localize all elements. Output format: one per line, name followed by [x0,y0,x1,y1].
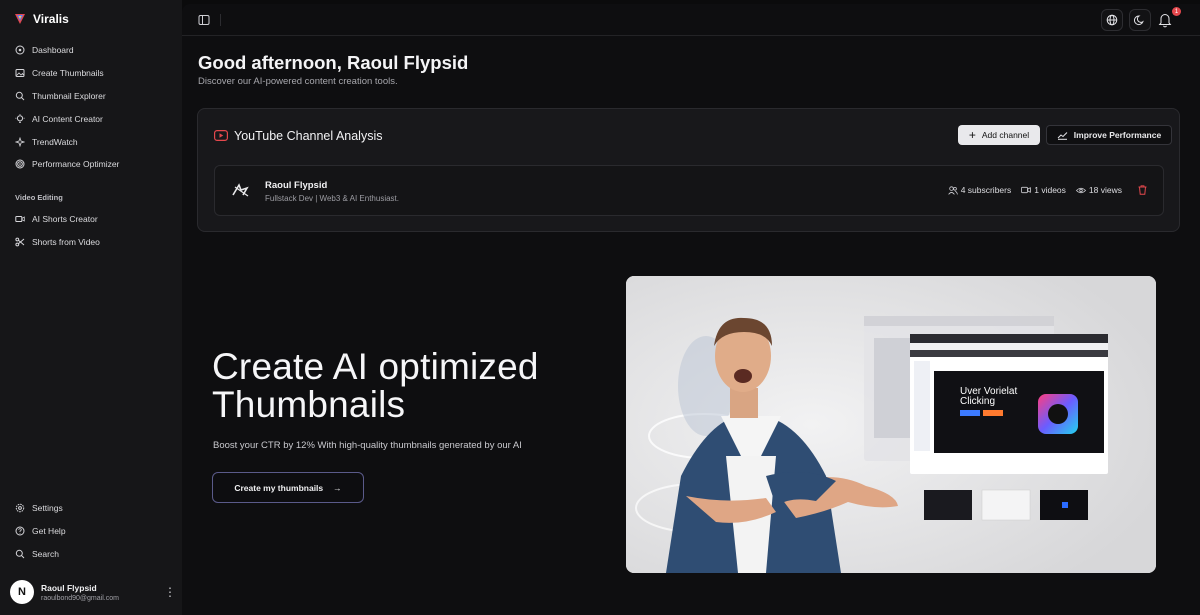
improve-performance-button[interactable]: Improve Performance [1046,125,1172,145]
topbar-divider [220,14,221,26]
sidebar-item-label: Dashboard [32,45,74,56]
lightbulb-icon [15,113,25,123]
page-subtitle: Discover our AI-powered content creation… [198,76,398,87]
sidebar-item-label: Create Thumbnails [32,68,104,79]
avatar: N [10,580,34,604]
sidebar-item-label: AI Shorts Creator [32,214,98,225]
user-name: Raoul Flypsid [41,582,97,593]
create-my-thumbnails-button[interactable]: Create my thumbnails → [212,472,364,503]
trash-icon[interactable] [1138,185,1147,195]
sidebar-item-dashboard[interactable]: Dashboard [0,39,182,62]
channel-stats: 4 subscribers 1 videos 18 views [947,185,1147,195]
sidebar-item-label: Thumbnail Explorer [32,90,106,101]
image-icon [15,69,25,78]
channel-name: Raoul Flypsid [265,180,328,191]
more-options-icon[interactable]: ⋮ [164,584,176,600]
eye-icon [1075,187,1086,193]
sidebar-item-label: TrendWatch [32,136,78,147]
theme-toggle-button[interactable] [1129,9,1151,31]
sidebar-item-get-help[interactable]: Get Help [0,520,182,543]
sidebar-item-label: Get Help [32,526,66,537]
arrow-right-icon: → [333,482,342,493]
cta-label: Create my thumbnails [234,482,324,493]
sidebar-item-label: Shorts from Video [32,236,100,247]
hero-title: Create AI optimized Thumbnails [212,348,539,424]
sidebar-item-ai-shorts-creator[interactable]: AI Shorts Creator [0,208,182,231]
sidebar-item-ai-content-creator[interactable]: AI Content Creator [0,107,182,130]
hero-title-line-2: Thumbnails [212,384,406,425]
illustration-text-2: Clicking [960,396,995,407]
youtube-icon [214,130,228,141]
bottom-nav: Settings Get Help Search [0,497,182,565]
videos-count: 1 videos [1034,185,1066,195]
channel-row[interactable]: Raoul Flypsid Fullstack Dev | Web3 & AI … [214,165,1164,216]
hero-title-line-1: Create AI optimized [212,346,539,387]
sidebar-toggle-icon[interactable] [198,14,210,26]
video-icon [15,216,25,223]
main-nav: Dashboard Create Thumbnails Thumbnail Ex… [0,39,182,253]
brand-logo-icon [15,14,25,24]
improve-performance-label: Improve Performance [1073,130,1162,140]
videos-stat: 1 videos [1021,185,1066,195]
sidebar-item-label: Performance Optimizer [32,159,120,170]
user-info: Raoul Flypsid raoulbond90@gmail.com [41,583,164,602]
views-stat: 18 views [1075,185,1122,195]
trend-chart-icon [1057,131,1068,140]
brand[interactable]: Viralis [14,12,69,26]
sidebar-item-shorts-from-video[interactable]: Shorts from Video [0,231,182,254]
channel-logo-icon [232,183,249,197]
plus-icon: + [968,128,976,142]
add-channel-label: Add channel [981,130,1030,140]
notification-badge: 1 [1172,7,1181,16]
user-email: raoulbond90@gmail.com [41,594,119,602]
subscribers-count: 4 subscribers [960,185,1012,195]
target-icon [15,159,25,169]
sidebar-item-trendwatch[interactable]: TrendWatch [0,130,182,153]
hero-illustration: Uver Vorielat Clicking [626,276,1156,573]
sidebar-item-search[interactable]: Search [0,543,182,566]
sidebar-item-create-thumbnails[interactable]: Create Thumbnails [0,62,182,85]
add-channel-button[interactable]: + Add channel [958,125,1040,145]
dashboard-icon [15,45,25,55]
sidebar-item-settings[interactable]: Settings [0,497,182,520]
views-count: 18 views [1088,185,1122,195]
bell-icon[interactable] [1158,12,1172,28]
search-icon [15,549,25,559]
hero-subtitle: Boost your CTR by 12% With high-quality … [213,440,522,451]
globe-icon [1106,14,1118,26]
gear-icon [15,504,25,513]
hero-illustration-art: Uver Vorielat Clicking [626,276,1156,573]
sidebar-item-thumbnail-explorer[interactable]: Thumbnail Explorer [0,85,182,108]
channel-description: Fullstack Dev | Web3 & AI Enthusiast. [265,194,399,203]
nav-section-video-editing: Video Editing [15,193,63,203]
scissors-icon [15,237,25,247]
top-bar: 1 [182,4,1200,36]
users-icon [947,185,958,195]
help-icon [15,526,25,536]
subscribers-stat: 4 subscribers [947,185,1012,195]
search-icon [15,91,25,101]
sidebar-item-label: Settings [32,503,63,514]
sidebar-item-label: Search [32,548,59,559]
moon-icon [1134,15,1144,26]
language-button[interactable] [1101,9,1123,31]
video-icon [1021,186,1032,194]
user-menu[interactable]: N Raoul Flypsid raoulbond90@gmail.com ⋮ [10,577,176,607]
sidebar-item-label: AI Content Creator [32,113,103,124]
page-title: Good afternoon, Raoul Flypsid [198,52,469,73]
brand-name: Viralis [33,12,69,26]
sidebar: Viralis Dashboard Create Thumbnails Thum… [0,0,182,615]
card-title: YouTube Channel Analysis [234,129,383,143]
sidebar-item-performance-optimizer[interactable]: Performance Optimizer [0,153,182,176]
sparkle-icon [15,136,25,147]
main-content: 1 Good afternoon, Raoul Flypsid Discover… [182,4,1200,615]
youtube-channel-analysis-card: YouTube Channel Analysis + Add channel I… [197,108,1180,232]
